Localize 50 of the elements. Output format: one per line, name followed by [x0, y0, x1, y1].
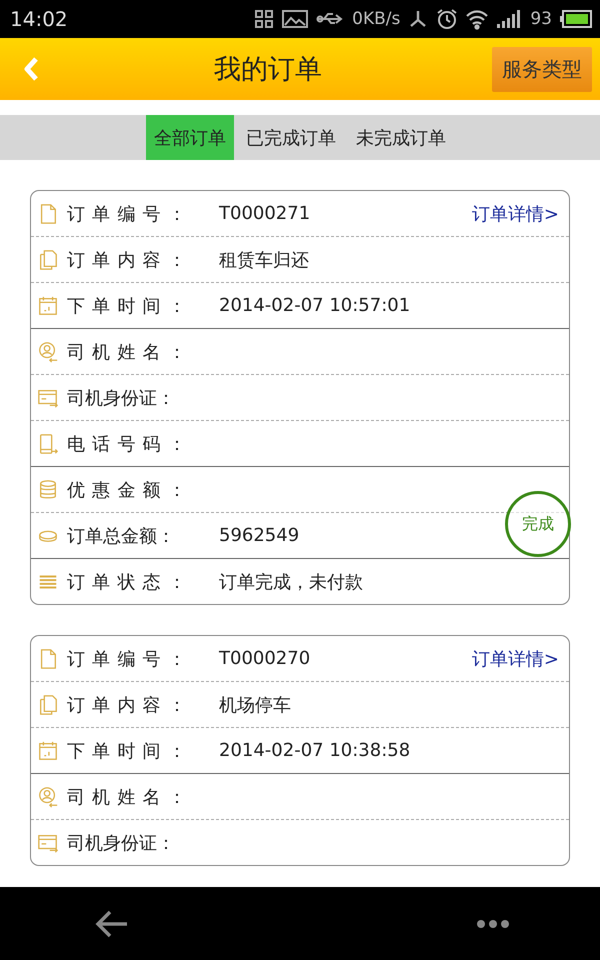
field-label: 订单编号：	[67, 648, 194, 670]
tab[interactable]: 未完成订单	[348, 115, 454, 160]
tab[interactable]: 全部订单	[146, 115, 234, 160]
field-label: 下单时间：	[67, 294, 194, 318]
field-value: 机场停车	[219, 694, 291, 716]
field-value: 2014-02-07 10:57:01	[219, 295, 410, 316]
field-label: 司机姓名：	[67, 340, 194, 364]
field-value: 租赁车归还	[219, 248, 309, 272]
calendar-icon	[37, 294, 59, 316]
field-label: 司机身份证：	[67, 832, 176, 854]
calendar-icon	[37, 740, 59, 762]
page-title: 我的订单	[213, 53, 323, 87]
field-label: 优惠金额：	[67, 478, 194, 502]
back-arrow-icon[interactable]	[95, 908, 129, 938]
field-label: 司机身份证：	[67, 386, 176, 410]
share-icon	[408, 8, 428, 30]
alarm-icon	[436, 8, 458, 30]
service-type-button[interactable]: 服务类型	[492, 46, 592, 92]
field-label: 订单状态：	[67, 570, 194, 594]
field-label: 电话号码：	[67, 432, 194, 456]
order-details-link[interactable]: 订单详情>	[472, 646, 559, 670]
wifi-icon	[466, 8, 488, 30]
person-icon	[37, 340, 59, 362]
order-details-link[interactable]: 订单详情>	[472, 202, 559, 226]
tab[interactable]: 已完成订单	[238, 115, 344, 160]
phone-icon	[37, 432, 59, 454]
network-speed: 0KB/s	[352, 9, 400, 29]
field-value: T0000271	[219, 203, 310, 224]
completed-stamp: 完成	[505, 491, 571, 557]
person-icon	[37, 786, 59, 808]
signal-icon	[496, 8, 522, 30]
field-label: 司机姓名：	[67, 786, 194, 808]
documents-icon	[37, 694, 59, 716]
field-value: 订单完成，未付款	[219, 570, 363, 594]
field-value: 2014-02-07 10:38:58	[219, 740, 410, 761]
coins-icon	[37, 478, 59, 500]
field-value: T0000270	[219, 648, 310, 669]
field-label: 下单时间：	[67, 740, 194, 762]
field-label: 订单内容：	[67, 694, 194, 716]
more-icon[interactable]	[476, 918, 510, 928]
battery-icon	[560, 8, 592, 30]
field-label: 订单内容：	[67, 248, 194, 272]
field-value: 5962549	[219, 525, 300, 546]
field-label: 订单编号：	[67, 202, 194, 226]
field-label: 订单总金额：	[67, 524, 176, 548]
grid-icon	[254, 8, 274, 30]
image-icon	[282, 8, 308, 30]
battery-percent: 93	[530, 9, 552, 29]
documents-icon	[37, 248, 59, 270]
clock-time: 14:02	[10, 7, 68, 31]
